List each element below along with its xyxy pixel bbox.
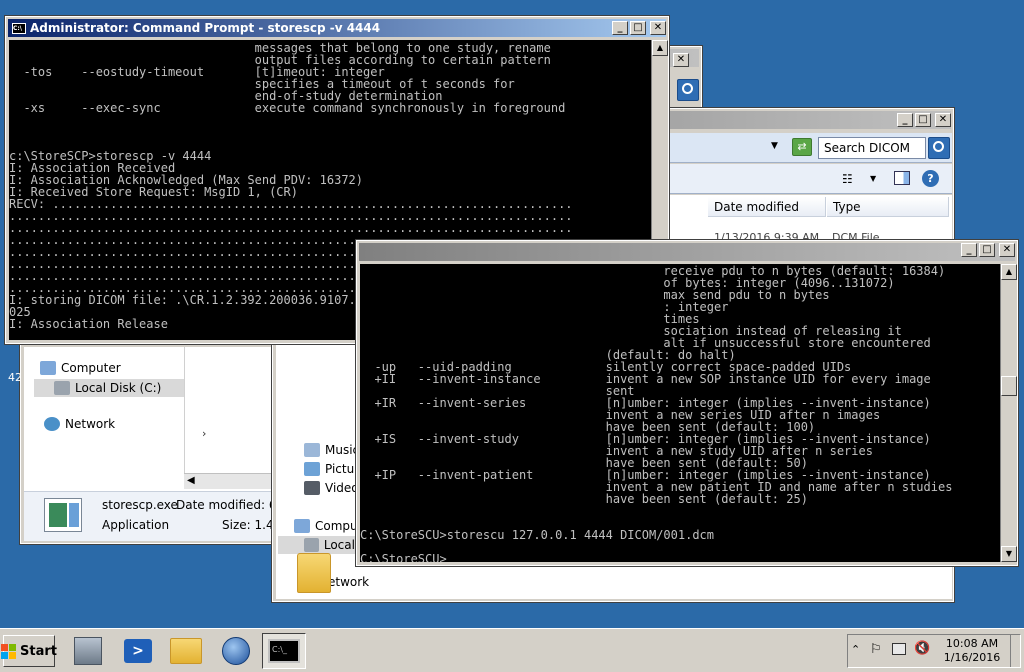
- search-icon: [933, 141, 944, 152]
- windows-logo-icon: [1, 643, 17, 659]
- storescu-titlebar[interactable]: [359, 243, 1015, 261]
- search-icon: [682, 83, 693, 94]
- taskbar-app[interactable]: [214, 633, 258, 669]
- storescu-console-line: [360, 541, 1000, 553]
- horizontal-scrollbar[interactable]: ◀: [184, 473, 274, 489]
- drive-icon: [54, 381, 70, 395]
- storescu-caption-buttons: _ □ ✕: [961, 243, 1015, 257]
- storescu-vertical-scrollbar[interactable]: ▲ ▼: [1000, 264, 1017, 562]
- scroll-up-icon[interactable]: ▲: [1001, 264, 1017, 280]
- storescu-console-line: [360, 505, 1000, 517]
- clock-time: 10:08 AM: [945, 637, 999, 650]
- address-dropdown-arrow-icon[interactable]: ▼: [771, 141, 778, 151]
- taskbar-powershell[interactable]: >: [116, 633, 160, 669]
- refresh-button[interactable]: ⇄: [792, 138, 812, 156]
- mouse-cursor: ›: [202, 427, 207, 440]
- view-options-icon[interactable]: ☷: [842, 172, 853, 186]
- search-button[interactable]: [928, 137, 950, 159]
- file-name: storescp.exe: [102, 498, 178, 512]
- show-desktop-button[interactable]: [1010, 635, 1020, 667]
- action-center-flag-icon[interactable]: ⚐: [870, 642, 882, 657]
- network-icon: [44, 417, 60, 431]
- cmd-caption-buttons: _ □ ✕: [612, 21, 666, 35]
- cmd-console-line: [9, 114, 651, 126]
- nav-pane-divider: [184, 347, 185, 489]
- maximize-button[interactable]: □: [915, 113, 931, 127]
- minimize-button[interactable]: _: [612, 21, 628, 35]
- storescu-console-output[interactable]: receive pdu to n bytes (default: 16384) …: [360, 264, 1000, 562]
- taskbar: Start > C:\_ ⌃ ⚐ 🔇 10:08 AM 1/16/2016: [0, 628, 1024, 672]
- search-button-back[interactable]: [677, 79, 699, 101]
- nav-local-disk[interactable]: Local Disk (C:): [34, 379, 184, 397]
- scroll-down-icon[interactable]: ▼: [1001, 546, 1017, 562]
- taskbar-command-prompt[interactable]: C:\_: [262, 633, 306, 669]
- cmd-titlebar[interactable]: C:\ Administrator: Command Prompt - stor…: [8, 19, 666, 37]
- computer-icon: [40, 361, 56, 375]
- videos-icon: [304, 481, 320, 495]
- network-tray-icon[interactable]: [892, 643, 906, 655]
- cmd-console-line: [9, 126, 651, 138]
- close-button[interactable]: ✕: [650, 21, 666, 35]
- cmd-app-icon: C:\: [12, 22, 26, 34]
- cmd-title-text: Administrator: Command Prompt - storescp…: [30, 21, 381, 35]
- nav-computer[interactable]: Computer: [40, 361, 121, 375]
- show-hidden-icons-icon[interactable]: ⌃: [851, 643, 860, 656]
- clock-date: 1/16/2016: [943, 651, 1001, 664]
- server-manager-icon: [74, 637, 102, 665]
- search-box[interactable]: Search DICOM: [818, 137, 926, 159]
- pictures-icon: [304, 462, 320, 476]
- desktop-edge-text: 42: [8, 371, 22, 384]
- nav-music[interactable]: Music: [304, 443, 359, 457]
- storescu-console-line: have been sent (default: 25): [360, 492, 808, 506]
- close-button[interactable]: ✕: [935, 113, 951, 127]
- close-button[interactable]: ✕: [673, 53, 689, 67]
- folder-icon: [170, 638, 202, 664]
- minimize-button[interactable]: _: [897, 113, 913, 127]
- start-button[interactable]: Start: [1, 635, 57, 667]
- nav-local-disk[interactable]: Local D: [278, 536, 368, 554]
- column-header-type[interactable]: Type: [827, 197, 949, 217]
- view-dropdown-arrow-icon[interactable]: ▼: [870, 174, 876, 183]
- file-type: Application: [102, 518, 170, 532]
- storescu-console-line: C:\StoreSCU>storescu 127.0.0.1 4444 DICO…: [360, 528, 715, 542]
- computer-icon: [294, 519, 310, 533]
- help-icon[interactable]: ?: [922, 170, 939, 187]
- maximize-button[interactable]: □: [979, 243, 995, 257]
- command-prompt-icon: C:\_: [268, 639, 300, 663]
- powershell-icon: >: [124, 639, 152, 663]
- taskbar-explorer[interactable]: [164, 633, 208, 669]
- minimize-button[interactable]: _: [961, 243, 977, 257]
- folder-icon: [297, 553, 331, 593]
- file-thumbnail-icon: [44, 498, 82, 532]
- volume-muted-icon[interactable]: 🔇: [914, 641, 930, 656]
- nav-network[interactable]: Network: [44, 417, 115, 431]
- system-tray: ⌃ ⚐ 🔇 10:08 AM 1/16/2016: [847, 634, 1021, 668]
- column-header-date-modified[interactable]: Date modified: [708, 197, 826, 217]
- app-globe-icon: [222, 637, 250, 665]
- close-button[interactable]: ✕: [999, 243, 1015, 257]
- clock[interactable]: 10:08 AM 1/16/2016: [940, 637, 1004, 665]
- cmd-window-storescu[interactable]: _ □ ✕ receive pdu to n bytes (default: 1…: [355, 239, 1019, 567]
- explorer-front-caption-buttons: _ □ ✕: [897, 113, 951, 127]
- scroll-left-icon[interactable]: ◀: [187, 475, 195, 486]
- cmd-console-line: -xs --exec-sync execute command synchron…: [9, 101, 566, 115]
- scroll-up-icon[interactable]: ▲: [652, 40, 668, 56]
- scroll-thumb[interactable]: [1001, 376, 1017, 396]
- taskbar-server-manager[interactable]: [66, 633, 110, 669]
- drive-icon: [304, 538, 319, 552]
- preview-pane-icon[interactable]: [894, 171, 910, 185]
- maximize-button[interactable]: □: [630, 21, 646, 35]
- storescu-console-line: C:\StoreSCU>: [360, 552, 447, 562]
- music-icon: [304, 443, 320, 457]
